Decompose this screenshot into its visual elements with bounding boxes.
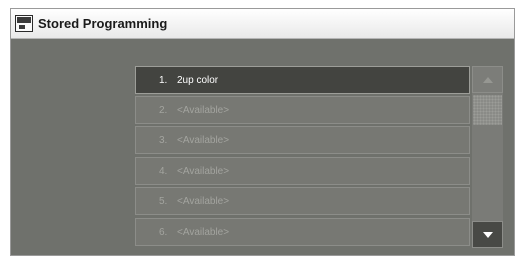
list-item-number: 6. [159,227,168,238]
list-item[interactable]: 4. <Available> [135,157,470,185]
list-item[interactable]: 6. <Available> [135,218,470,246]
list-item-label: <Available> [177,227,230,238]
program-list: 1. 2up color 2. <Available> 3. <Availabl… [135,66,472,248]
stored-programming-icon [15,15,33,32]
list-item[interactable]: 2. <Available> [135,96,470,124]
list-item-number: 3. [159,135,168,146]
scroll-thumb[interactable] [473,95,502,125]
list-item-label: <Available> [177,105,230,116]
list-item-number: 5. [159,196,168,207]
list-item[interactable]: 1. 2up color [135,66,470,94]
list-item-label: <Available> [177,135,230,146]
triangle-up-icon [483,77,493,83]
list-item-number: 4. [159,166,168,177]
scrollbar[interactable] [472,66,503,248]
scroll-up-button[interactable] [472,66,503,93]
title-bar: Stored Programming [11,9,514,39]
list-item[interactable]: 3. <Available> [135,126,470,154]
triangle-down-icon [483,232,493,238]
list-item-number: 2. [159,105,168,116]
page-title: Stored Programming [38,16,168,31]
list-item-number: 1. [159,75,168,86]
scroll-down-button[interactable] [472,221,503,248]
list-item-label: <Available> [177,196,230,207]
scroll-track[interactable] [473,125,502,220]
list-item-label: 2up color [177,75,219,86]
list-item[interactable]: 5. <Available> [135,187,470,215]
list-item-label: <Available> [177,166,230,177]
